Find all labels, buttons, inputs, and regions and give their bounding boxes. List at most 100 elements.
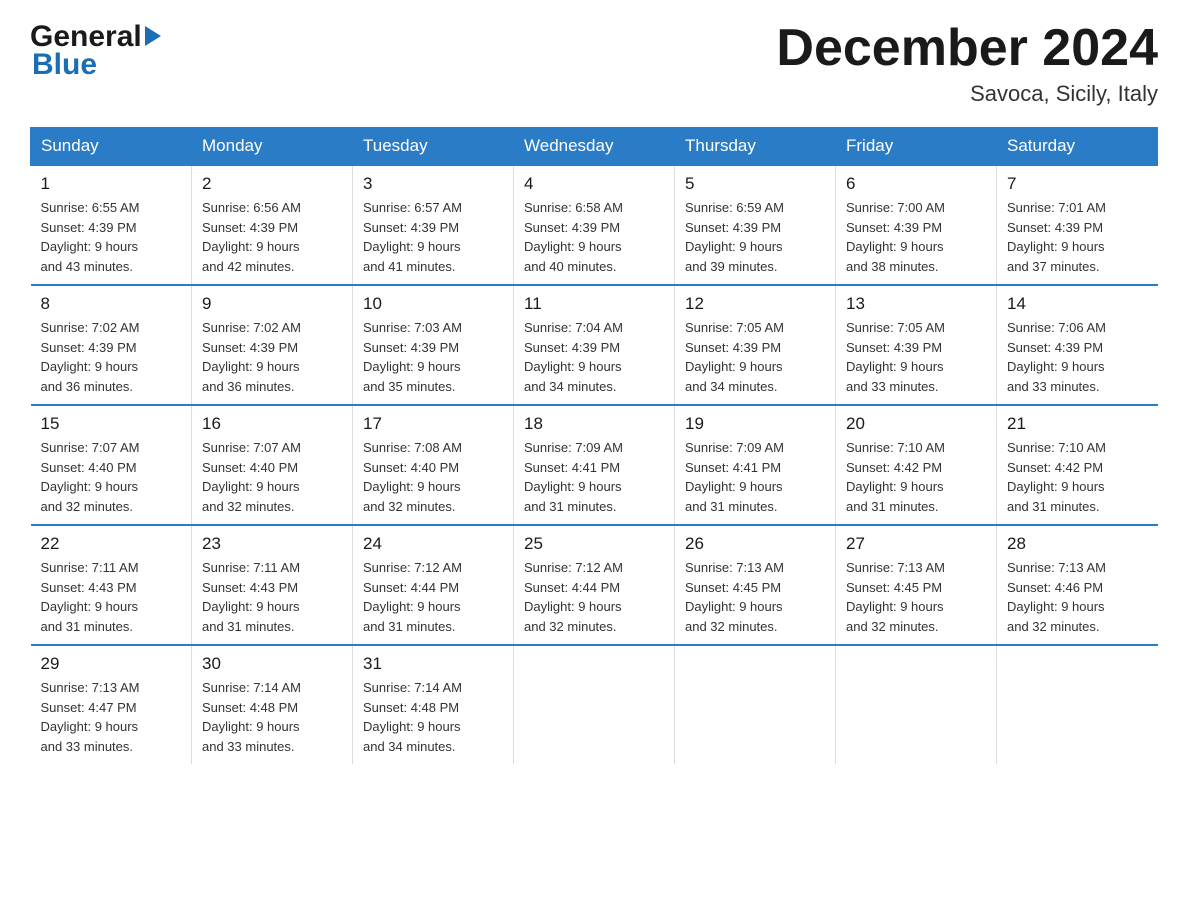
day-info: Sunrise: 7:12 AMSunset: 4:44 PMDaylight:… xyxy=(524,558,664,636)
day-number: 28 xyxy=(1007,534,1148,554)
col-header-monday: Monday xyxy=(192,128,353,166)
col-header-friday: Friday xyxy=(836,128,997,166)
day-info: Sunrise: 7:07 AMSunset: 4:40 PMDaylight:… xyxy=(41,438,182,516)
day-number: 27 xyxy=(846,534,986,554)
day-number: 15 xyxy=(41,414,182,434)
calendar-cell: 21 Sunrise: 7:10 AMSunset: 4:42 PMDayligh… xyxy=(997,405,1158,525)
logo: General Blue xyxy=(30,20,161,82)
day-number: 26 xyxy=(685,534,825,554)
day-number: 13 xyxy=(846,294,986,314)
calendar-cell xyxy=(514,645,675,764)
day-number: 8 xyxy=(41,294,182,314)
calendar-cell: 20Sunrise: 7:10 AMSunset: 4:42 PMDayligh… xyxy=(836,405,997,525)
calendar-cell: 9 Sunrise: 7:02 AMSunset: 4:39 PMDaylight… xyxy=(192,285,353,405)
day-info: Sunrise: 7:08 AMSunset: 4:40 PMDaylight:… xyxy=(363,438,503,516)
calendar-cell: 13 Sunrise: 7:05 AMSunset: 4:39 PMDayligh… xyxy=(836,285,997,405)
day-info: Sunrise: 7:10 AMSunset: 4:42 PMDaylight:… xyxy=(1007,438,1148,516)
calendar-cell: 17 Sunrise: 7:08 AMSunset: 4:40 PMDayligh… xyxy=(353,405,514,525)
calendar-cell: 11Sunrise: 7:04 AMSunset: 4:39 PMDayligh… xyxy=(514,285,675,405)
day-info: Sunrise: 7:05 AMSunset: 4:39 PMDaylight:… xyxy=(685,318,825,396)
day-info: Sunrise: 7:11 AMSunset: 4:43 PMDaylight:… xyxy=(202,558,342,636)
calendar-cell: 4 Sunrise: 6:58 AMSunset: 4:39 PMDaylight… xyxy=(514,165,675,285)
calendar-cell: 27 Sunrise: 7:13 AMSunset: 4:45 PMDayligh… xyxy=(836,525,997,645)
title-block: December 2024 Savoca, Sicily, Italy xyxy=(776,20,1158,107)
col-header-saturday: Saturday xyxy=(997,128,1158,166)
col-header-thursday: Thursday xyxy=(675,128,836,166)
day-number: 5 xyxy=(685,174,825,194)
day-number: 17 xyxy=(363,414,503,434)
calendar-cell: 16Sunrise: 7:07 AMSunset: 4:40 PMDayligh… xyxy=(192,405,353,525)
day-info: Sunrise: 6:59 AMSunset: 4:39 PMDaylight:… xyxy=(685,198,825,276)
day-info: Sunrise: 6:58 AMSunset: 4:39 PMDaylight:… xyxy=(524,198,664,276)
day-info: Sunrise: 7:02 AMSunset: 4:39 PMDaylight:… xyxy=(202,318,342,396)
calendar-cell: 24 Sunrise: 7:12 AMSunset: 4:44 PMDayligh… xyxy=(353,525,514,645)
calendar-week-5: 29 Sunrise: 7:13 AMSunset: 4:47 PMDayligh… xyxy=(31,645,1158,764)
day-number: 24 xyxy=(363,534,503,554)
day-info: Sunrise: 7:09 AMSunset: 4:41 PMDaylight:… xyxy=(524,438,664,516)
calendar-cell: 28 Sunrise: 7:13 AMSunset: 4:46 PMDayligh… xyxy=(997,525,1158,645)
day-info: Sunrise: 7:13 AMSunset: 4:46 PMDaylight:… xyxy=(1007,558,1148,636)
day-info: Sunrise: 6:57 AMSunset: 4:39 PMDaylight:… xyxy=(363,198,503,276)
day-info: Sunrise: 7:04 AMSunset: 4:39 PMDaylight:… xyxy=(524,318,664,396)
calendar-cell: 10 Sunrise: 7:03 AMSunset: 4:39 PMDayligh… xyxy=(353,285,514,405)
day-number: 23 xyxy=(202,534,342,554)
day-number: 7 xyxy=(1007,174,1148,194)
calendar-cell: 25 Sunrise: 7:12 AMSunset: 4:44 PMDayligh… xyxy=(514,525,675,645)
calendar-table: SundayMondayTuesdayWednesdayThursdayFrid… xyxy=(30,127,1158,764)
calendar-cell xyxy=(675,645,836,764)
day-number: 1 xyxy=(41,174,182,194)
day-info: Sunrise: 7:13 AMSunset: 4:45 PMDaylight:… xyxy=(846,558,986,636)
day-info: Sunrise: 7:01 AMSunset: 4:39 PMDaylight:… xyxy=(1007,198,1148,276)
calendar-cell: 26 Sunrise: 7:13 AMSunset: 4:45 PMDayligh… xyxy=(675,525,836,645)
day-number: 21 xyxy=(1007,414,1148,434)
day-number: 16 xyxy=(202,414,342,434)
day-info: Sunrise: 7:13 AMSunset: 4:45 PMDaylight:… xyxy=(685,558,825,636)
day-info: Sunrise: 7:12 AMSunset: 4:44 PMDaylight:… xyxy=(363,558,503,636)
calendar-week-2: 8 Sunrise: 7:02 AMSunset: 4:39 PMDaylight… xyxy=(31,285,1158,405)
day-info: Sunrise: 7:13 AMSunset: 4:47 PMDaylight:… xyxy=(41,678,182,756)
day-info: Sunrise: 6:56 AMSunset: 4:39 PMDaylight:… xyxy=(202,198,342,276)
calendar-cell: 29 Sunrise: 7:13 AMSunset: 4:47 PMDayligh… xyxy=(31,645,192,764)
day-number: 14 xyxy=(1007,294,1148,314)
day-number: 6 xyxy=(846,174,986,194)
calendar-cell: 5 Sunrise: 6:59 AMSunset: 4:39 PMDaylight… xyxy=(675,165,836,285)
calendar-cell: 7 Sunrise: 7:01 AMSunset: 4:39 PMDaylight… xyxy=(997,165,1158,285)
day-info: Sunrise: 7:14 AMSunset: 4:48 PMDaylight:… xyxy=(363,678,503,756)
calendar-cell: 23 Sunrise: 7:11 AMSunset: 4:43 PMDayligh… xyxy=(192,525,353,645)
calendar-cell: 18 Sunrise: 7:09 AMSunset: 4:41 PMDayligh… xyxy=(514,405,675,525)
day-info: Sunrise: 7:02 AMSunset: 4:39 PMDaylight:… xyxy=(41,318,182,396)
day-number: 30 xyxy=(202,654,342,674)
calendar-cell: 22 Sunrise: 7:11 AMSunset: 4:43 PMDayligh… xyxy=(31,525,192,645)
page-header: General Blue December 2024 Savoca, Sicil… xyxy=(30,20,1158,107)
col-header-wednesday: Wednesday xyxy=(514,128,675,166)
day-number: 9 xyxy=(202,294,342,314)
day-info: Sunrise: 7:03 AMSunset: 4:39 PMDaylight:… xyxy=(363,318,503,396)
day-info: Sunrise: 7:06 AMSunset: 4:39 PMDaylight:… xyxy=(1007,318,1148,396)
day-info: Sunrise: 7:09 AMSunset: 4:41 PMDaylight:… xyxy=(685,438,825,516)
calendar-cell: 12Sunrise: 7:05 AMSunset: 4:39 PMDayligh… xyxy=(675,285,836,405)
day-number: 4 xyxy=(524,174,664,194)
day-number: 31 xyxy=(363,654,503,674)
day-number: 18 xyxy=(524,414,664,434)
calendar-cell: 2Sunrise: 6:56 AMSunset: 4:39 PMDaylight… xyxy=(192,165,353,285)
day-number: 10 xyxy=(363,294,503,314)
calendar-cell: 8 Sunrise: 7:02 AMSunset: 4:39 PMDaylight… xyxy=(31,285,192,405)
calendar-cell: 30Sunrise: 7:14 AMSunset: 4:48 PMDayligh… xyxy=(192,645,353,764)
day-number: 29 xyxy=(41,654,182,674)
day-number: 22 xyxy=(41,534,182,554)
logo-triangle-icon xyxy=(145,26,161,46)
day-number: 25 xyxy=(524,534,664,554)
day-info: Sunrise: 6:55 AMSunset: 4:39 PMDaylight:… xyxy=(41,198,182,276)
month-title: December 2024 xyxy=(776,20,1158,77)
day-number: 3 xyxy=(363,174,503,194)
col-header-sunday: Sunday xyxy=(31,128,192,166)
day-number: 19 xyxy=(685,414,825,434)
logo-blue-text: Blue xyxy=(32,48,97,82)
calendar-week-4: 22 Sunrise: 7:11 AMSunset: 4:43 PMDayligh… xyxy=(31,525,1158,645)
calendar-cell: 6Sunrise: 7:00 AMSunset: 4:39 PMDaylight… xyxy=(836,165,997,285)
calendar-cell: 1 Sunrise: 6:55 AMSunset: 4:39 PMDaylight… xyxy=(31,165,192,285)
calendar-cell: 14 Sunrise: 7:06 AMSunset: 4:39 PMDayligh… xyxy=(997,285,1158,405)
day-info: Sunrise: 7:11 AMSunset: 4:43 PMDaylight:… xyxy=(41,558,182,636)
day-info: Sunrise: 7:05 AMSunset: 4:39 PMDaylight:… xyxy=(846,318,986,396)
calendar-cell: 31 Sunrise: 7:14 AMSunset: 4:48 PMDayligh… xyxy=(353,645,514,764)
